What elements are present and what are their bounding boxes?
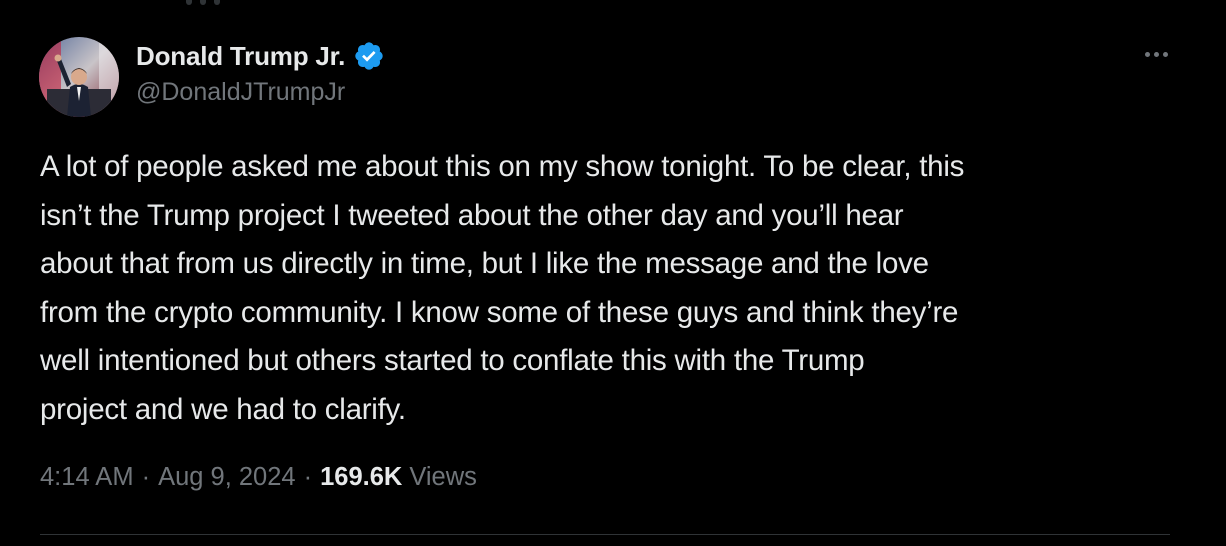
- more-horizontal-icon: [1162, 51, 1168, 57]
- avatar-photo: [39, 37, 119, 117]
- separator: ·: [303, 463, 313, 491]
- separator: ·: [141, 463, 151, 491]
- divider: [40, 534, 1170, 535]
- author-block: Donald Trump Jr. @DonaldJTrumpJr: [136, 38, 385, 107]
- author-handle[interactable]: @DonaldJTrumpJr: [136, 78, 385, 107]
- avatar[interactable]: [39, 37, 119, 117]
- tweet-date-link[interactable]: Aug 9, 2024: [158, 463, 296, 492]
- tweet-text-line: isn’t the Trump project I tweeted about …: [40, 198, 904, 232]
- tweet-text-line: about that from us directly in time, but…: [40, 247, 929, 280]
- more-horizontal-icon: [1153, 51, 1159, 57]
- tweet-text: A lot of people asked me about this on m…: [40, 143, 1190, 434]
- tweet-card: Donald Trump Jr. @DonaldJTrumpJr A lot o…: [0, 0, 1226, 546]
- more-horizontal-icon: [1144, 51, 1150, 57]
- more-options-button[interactable]: [1136, 40, 1176, 68]
- tweet-text-line: A lot of people asked me about this on m…: [40, 150, 965, 183]
- views-label: Views: [409, 463, 477, 491]
- tweet-text-line: from the crypto community. I know some o…: [40, 295, 959, 329]
- views-count[interactable]: 169.6K: [320, 463, 402, 492]
- tweet-text-line: project and we had to clarify.: [40, 392, 406, 426]
- tweet-time-link[interactable]: 4:14 AM: [40, 463, 134, 492]
- author-name-row: Donald Trump Jr.: [136, 38, 385, 74]
- verified-badge-icon[interactable]: [353, 40, 385, 72]
- author-display-name[interactable]: Donald Trump Jr.: [136, 41, 345, 72]
- tweet-metadata: 4:14 AM · Aug 9, 2024 · 169.6K Views: [40, 463, 477, 492]
- tweet-text-line: well intentioned but others started to c…: [40, 344, 865, 377]
